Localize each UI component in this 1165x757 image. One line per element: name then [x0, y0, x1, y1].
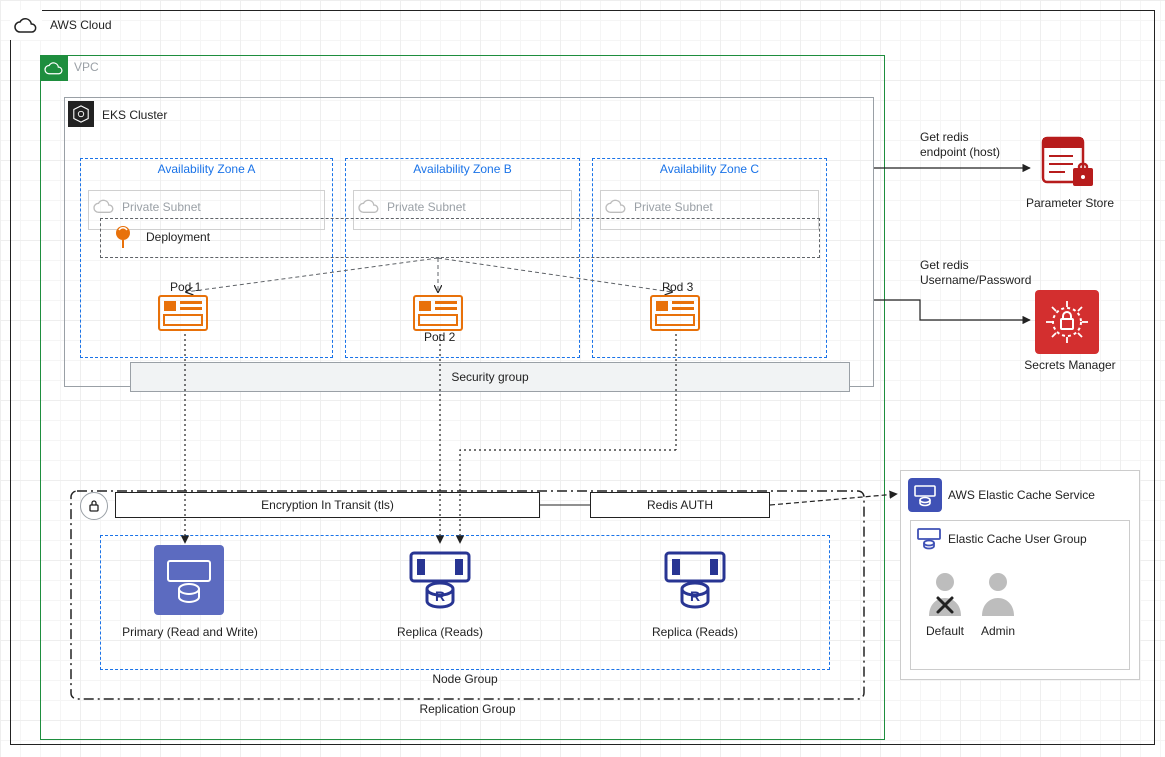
parameter-store-label: Parameter Store — [1010, 196, 1130, 210]
vpc-icon — [40, 55, 68, 81]
az-b-title: Availability Zone B — [345, 162, 580, 176]
subnet-icon-a — [92, 194, 116, 218]
replica2-cache-icon: R — [660, 545, 730, 615]
az-a-title: Availability Zone A — [80, 162, 333, 176]
redis-auth-box: Redis AUTH — [590, 492, 770, 518]
deployment-icon — [108, 222, 138, 252]
svg-text:R: R — [690, 588, 700, 604]
aws-cloud-icon — [10, 10, 42, 40]
primary-cache-label: Primary (Read and Write) — [110, 625, 270, 639]
az-a-subnet-label: Private Subnet — [122, 200, 201, 214]
replica1-cache-icon: R — [405, 545, 475, 615]
lock-icon — [80, 492, 108, 520]
user-default-label: Default — [915, 624, 975, 638]
secrets-edge-label: Get redis Username/Password — [920, 258, 1031, 288]
replica2-cache-label: Replica (Reads) — [615, 625, 775, 639]
replication-group-label: Replication Group — [70, 702, 865, 716]
pod3-icon — [650, 295, 700, 331]
az-c — [592, 158, 827, 358]
redis-auth-label: Redis AUTH — [647, 498, 713, 512]
param-edge-label: Get redis endpoint (host) — [920, 130, 1000, 160]
eks-icon — [68, 101, 94, 127]
pod1-icon — [158, 295, 208, 331]
encryption-box: Encryption In Transit (tls) — [115, 492, 540, 518]
user-admin-icon — [978, 568, 1018, 618]
az-c-subnet-label: Private Subnet — [634, 200, 713, 214]
svg-text:R: R — [435, 588, 445, 604]
deployment-label: Deployment — [146, 230, 210, 244]
pod2-label: Pod 2 — [424, 330, 455, 344]
user-admin-label: Admin — [968, 624, 1028, 638]
eks-title: EKS Cluster — [102, 108, 167, 122]
pod2-icon — [413, 295, 463, 331]
security-group: Security group — [130, 362, 850, 392]
secrets-manager-label: Secrets Manager — [1010, 358, 1130, 372]
ecs-group-title: Elastic Cache User Group — [948, 532, 1087, 546]
pod1-label: Pod 1 — [170, 280, 201, 294]
ecs-icon — [908, 478, 942, 512]
subnet-icon-c — [604, 194, 628, 218]
secrets-manager-icon — [1035, 290, 1099, 354]
encryption-label: Encryption In Transit (tls) — [261, 498, 394, 512]
replica1-cache-label: Replica (Reads) — [360, 625, 520, 639]
node-group-label: Node Group — [100, 672, 830, 686]
user-default-icon — [925, 568, 965, 618]
aws-cloud-title: AWS Cloud — [50, 18, 112, 32]
security-group-label: Security group — [451, 370, 528, 384]
pod3-label: Pod 3 — [662, 280, 693, 294]
parameter-store-icon — [1035, 128, 1099, 192]
ecs-group-icon — [916, 526, 942, 552]
vpc-title: VPC — [74, 60, 99, 74]
subnet-icon-b — [357, 194, 381, 218]
az-b-subnet-label: Private Subnet — [387, 200, 466, 214]
az-c-title: Availability Zone C — [592, 162, 827, 176]
primary-cache-icon — [154, 545, 224, 615]
ecs-title: AWS Elastic Cache Service — [948, 488, 1095, 502]
